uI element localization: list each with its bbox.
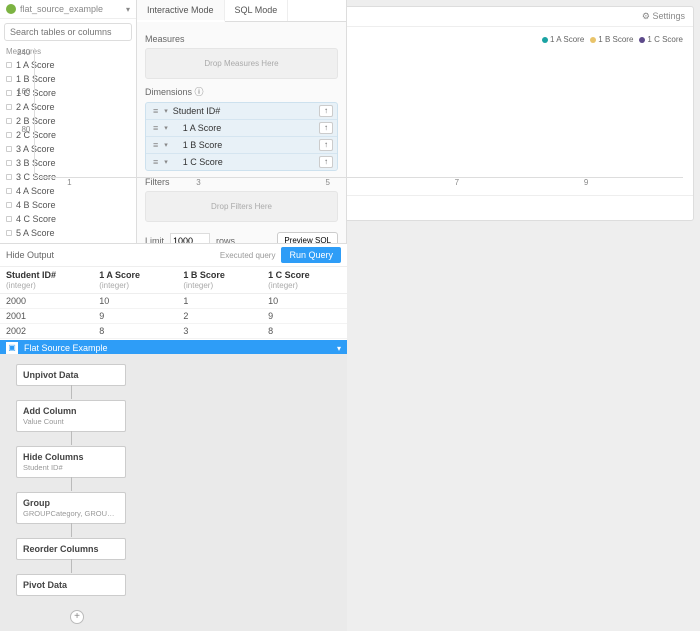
legend-item[interactable]: 1 A Score (536, 35, 584, 44)
cell: 8 (262, 324, 347, 339)
step-subtitle: Value Count (23, 417, 119, 426)
field-item[interactable]: 5 A Score (0, 226, 136, 240)
datasource-status-icon (6, 4, 16, 14)
query-status: Executed query (220, 251, 276, 260)
y-tick: 240 (17, 48, 30, 57)
y-tick: 160 (17, 87, 30, 96)
field-label: 4 B Score (16, 200, 56, 210)
field-type-icon (6, 230, 12, 236)
cell: 2001 (0, 309, 93, 324)
legend-item[interactable]: 1 C Score (633, 35, 683, 44)
filters-dropzone[interactable]: Drop Filters Here (145, 191, 338, 222)
run-query-button[interactable]: Run Query (281, 247, 341, 263)
x-tick (231, 178, 296, 187)
x-tick (618, 178, 683, 187)
cell: 2000 (0, 294, 93, 309)
x-tick: 9 (554, 178, 619, 187)
cell: 10 (93, 294, 177, 309)
rows-label: rows (216, 236, 235, 244)
cell: 3 (177, 324, 262, 339)
field-item[interactable]: 4 C Score (0, 212, 136, 226)
x-tick: 1 (37, 178, 102, 187)
chevron-down-icon[interactable]: ▾ (337, 344, 341, 353)
mode-tabs: Interactive Mode SQL Mode (137, 0, 346, 22)
field-type-icon (6, 216, 12, 222)
add-step-button[interactable]: + (70, 610, 84, 624)
datasource-select[interactable]: flat_source_example ▾ (0, 0, 136, 19)
pipeline-step[interactable]: GroupGROUPCategory, GROUPScore, ... (16, 492, 126, 524)
hide-output-button[interactable]: Hide Output (6, 250, 54, 260)
step-title: Reorder Columns (23, 544, 119, 554)
x-tick (360, 178, 425, 187)
preview-sql-button[interactable]: Preview SQL (277, 232, 338, 243)
pipeline-step[interactable]: Pivot Data (16, 574, 126, 596)
column-header[interactable]: Student ID# (integer) (0, 267, 93, 294)
cell: 2 (177, 309, 262, 324)
datasource-name: flat_source_example (20, 4, 126, 14)
table-row[interactable]: 2001929 (0, 309, 347, 324)
step-subtitle: Student ID# (23, 463, 119, 472)
y-tick: 80 (21, 125, 30, 134)
chevron-down-icon: ▾ (126, 5, 130, 14)
step-title: Hide Columns (23, 452, 119, 462)
x-tick (102, 178, 167, 187)
pipeline-step[interactable]: Add ColumnValue Count (16, 400, 126, 432)
column-header[interactable]: 1 A Score (integer) (93, 267, 177, 294)
pipeline-title: Flat Source Example (24, 343, 108, 353)
step-title: Group (23, 498, 119, 508)
step-title: Add Column (23, 406, 119, 416)
tab-sql[interactable]: SQL Mode (225, 0, 289, 21)
x-tick: 3 (166, 178, 231, 187)
field-label: 5 A Score (16, 228, 55, 238)
limit-label: Limit (145, 236, 164, 244)
field-item[interactable]: 4 B Score (0, 198, 136, 212)
column-header[interactable]: 1 C Score (integer) (262, 267, 347, 294)
step-subtitle: GROUPCategory, GROUPScore, ... (23, 509, 119, 518)
chart-settings-button[interactable]: Settings (642, 11, 685, 22)
tab-interactive[interactable]: Interactive Mode (137, 0, 225, 22)
limit-input[interactable] (170, 233, 210, 244)
y-axis: 240 160 80 (17, 48, 34, 178)
chart-plot (34, 48, 683, 178)
field-label: 4 C Score (16, 214, 56, 224)
x-tick (489, 178, 554, 187)
table-row[interactable]: 200010110 (0, 294, 347, 309)
pipeline-step[interactable]: Reorder Columns (16, 538, 126, 560)
step-title: Pivot Data (23, 580, 119, 590)
legend-item[interactable]: 1 B Score (584, 35, 633, 44)
expand-icon[interactable]: ▣ (6, 342, 18, 354)
cell: 8 (93, 324, 177, 339)
cell: 2002 (0, 324, 93, 339)
cell: 9 (262, 309, 347, 324)
x-axis: 1 3 5 7 9 (17, 178, 683, 187)
x-tick: 5 (295, 178, 360, 187)
x-tick: 7 (425, 178, 490, 187)
pipeline-canvas[interactable]: Unpivot Data Add ColumnValue Count Hide Co… (0, 354, 347, 631)
pipeline-step[interactable]: Unpivot Data (16, 364, 126, 386)
column-header[interactable]: 1 B Score (integer) (177, 267, 262, 294)
step-title: Unpivot Data (23, 370, 119, 380)
field-type-icon (6, 202, 12, 208)
pipeline-step[interactable]: Hide ColumnsStudent ID# (16, 446, 126, 478)
cell: 9 (93, 309, 177, 324)
cell: 1 (177, 294, 262, 309)
cell: 10 (262, 294, 347, 309)
chart-legend: 1 A Score1 B Score1 C Score (17, 35, 683, 44)
table-row[interactable]: 2002838 (0, 324, 347, 339)
